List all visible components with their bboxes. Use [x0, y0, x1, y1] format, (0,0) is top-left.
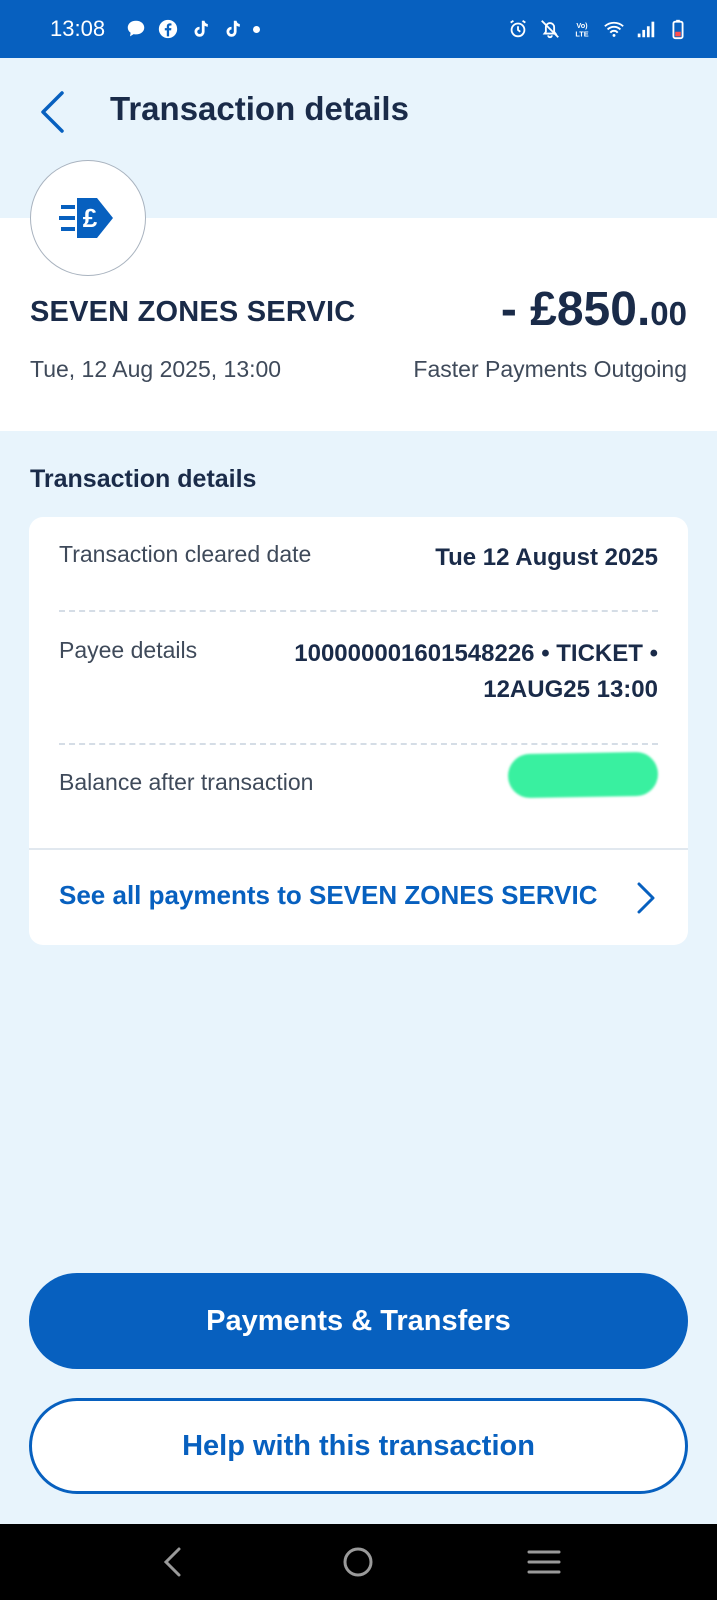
system-icons: Vo) LTE [507, 18, 689, 40]
chevron-right-icon [637, 882, 655, 914]
facebook-icon [157, 18, 179, 40]
payee-details-row: Payee details 100000001601548226 • TICKE… [59, 635, 658, 715]
amount-main: - £850. [500, 283, 651, 336]
link-label: See all payments to SEVEN ZONES SERVIC [59, 880, 598, 910]
balance-row: Balance after transaction [59, 751, 659, 807]
help-transaction-button[interactable]: Help with this transaction [29, 1398, 688, 1494]
svg-text:LTE: LTE [575, 29, 588, 38]
detail-value: Tue 12 August 2025 [435, 544, 658, 571]
signal-icon [635, 18, 657, 40]
faster-payment-icon: £ [59, 198, 113, 238]
amount-pence: 00 [650, 295, 687, 332]
section-heading: Transaction details [30, 465, 257, 493]
transaction-datetime: Tue, 12 Aug 2025, 13:00 [30, 356, 282, 382]
tiktok-icon [189, 18, 211, 40]
redaction-mark [507, 751, 659, 799]
cleared-date-row: Transaction cleared date Tue 12 August 2… [59, 539, 658, 579]
transaction-amount: - £850.00 [501, 282, 687, 337]
system-nav-bar [0, 1524, 717, 1600]
status-bar: 13:08 Vo) LTE [0, 0, 717, 58]
detail-label: Transaction cleared date [59, 541, 312, 567]
details-card: Transaction cleared date Tue 12 August 2… [29, 517, 688, 945]
divider [59, 610, 658, 612]
battery-icon [667, 18, 689, 40]
svg-text:£: £ [83, 203, 98, 233]
merchant-name: SEVEN ZONES SERVIC [30, 296, 356, 328]
nav-menu-icon [527, 1550, 561, 1574]
divider [59, 743, 658, 745]
nav-recents-button[interactable] [520, 1538, 568, 1586]
wifi-icon [603, 18, 625, 40]
detail-label: Balance after transaction [59, 769, 314, 795]
detail-label: Payee details [59, 637, 198, 663]
payments-transfers-button[interactable]: Payments & Transfers [29, 1273, 688, 1369]
more-notifications-dot [253, 25, 261, 33]
volte-icon: Vo) LTE [571, 18, 593, 40]
nav-back-icon [163, 1547, 181, 1577]
nav-home-button[interactable] [334, 1538, 382, 1586]
see-all-payments-link[interactable]: See all payments to SEVEN ZONES SERVIC [29, 848, 688, 945]
detail-value-line2: 12AUG25 13:00 [483, 676, 658, 703]
detail-value-line1: 100000001601548226 • TICKET • [294, 640, 658, 667]
alarm-icon [507, 18, 529, 40]
chevron-left-icon [41, 91, 64, 133]
merchant-logo: £ [30, 160, 146, 276]
transaction-type: Faster Payments Outgoing [413, 356, 687, 382]
status-time: 13:08 [50, 16, 106, 41]
chat-bubble-icon [125, 18, 147, 40]
tiktok-icon [221, 18, 243, 40]
page-title: Transaction details [110, 90, 409, 127]
mute-icon [539, 18, 561, 40]
notification-icons [125, 18, 261, 40]
back-button[interactable] [28, 82, 76, 142]
nav-back-button[interactable] [149, 1538, 197, 1586]
nav-home-icon [343, 1547, 373, 1577]
